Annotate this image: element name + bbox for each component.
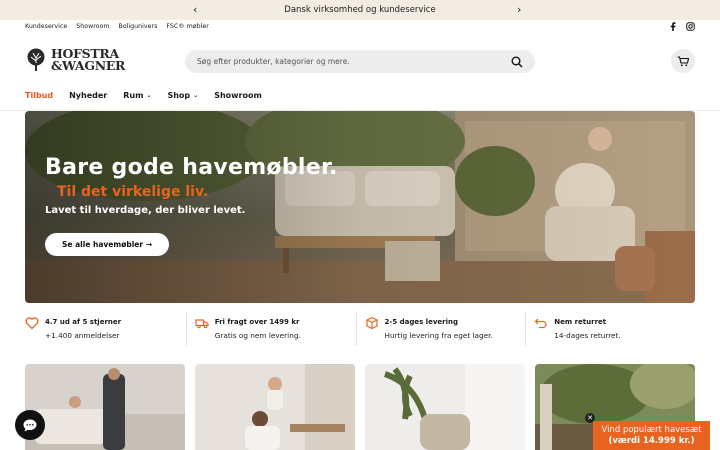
usp-desc: +1.400 anmeldelser (45, 331, 120, 340)
chevron-left-icon[interactable]: ‹ (193, 2, 197, 18)
nav-label: Nyheder (69, 91, 108, 100)
social-links (669, 22, 695, 31)
usp-title: Fri fragt over 1499 kr (214, 318, 300, 326)
search-bar[interactable]: Søg efter produkter, kategorier og mere. (185, 50, 535, 73)
cart-button[interactable] (671, 49, 695, 73)
heart-icon (25, 317, 39, 330)
link-boligunivers[interactable]: Boligunivers (119, 23, 158, 30)
usp-free-shipping: Fri fragt over 1499 kr Gratis og nem lev… (185, 312, 356, 346)
usp-desc: 14-dages returret. (554, 331, 621, 340)
nav-item-shop[interactable]: Shop ⌄ (167, 91, 198, 100)
announcement-bar: ‹ Dansk virksomhed og kundeservice › (0, 0, 720, 20)
usp-delivery: 2-5 dages levering Hurtig levering fra e… (355, 312, 526, 346)
brand-logo[interactable]: HOFSTRA &WAGNER (25, 47, 126, 73)
usp-title: 4.7 ud af 5 stjerner (45, 318, 122, 326)
usp-row: 4.7 ud af 5 stjerner +1.400 anmeldelser … (25, 312, 695, 346)
usp-title: 2-5 dages levering (384, 318, 458, 326)
category-card[interactable] (25, 364, 185, 450)
link-showroom[interactable]: Showroom (76, 23, 109, 30)
return-icon (534, 318, 547, 329)
nav-label: Rum (123, 91, 144, 100)
search-icon[interactable] (511, 56, 523, 68)
chat-icon (23, 419, 37, 431)
nav-label: Tilbud (25, 91, 54, 100)
nav-label: Showroom (214, 91, 262, 100)
category-image (365, 364, 525, 450)
facebook-icon[interactable] (669, 22, 677, 31)
truck-icon (195, 319, 209, 329)
link-kundeservice[interactable]: Kundeservice (25, 23, 67, 30)
shop-garden-furniture-button[interactable]: Se alle havemøbler → (45, 233, 169, 256)
chevron-down-icon: ⌄ (193, 92, 199, 99)
chevron-down-icon: ⌄ (146, 92, 152, 99)
tree-logo-icon (27, 48, 45, 71)
cart-icon (677, 55, 689, 66)
announcement-text: Dansk virksomhed og kundeservice (284, 5, 436, 15)
usp-rating: 4.7 ud af 5 stjerner +1.400 anmeldelser (25, 312, 186, 346)
nav-item-rum[interactable]: Rum ⌄ (123, 91, 151, 100)
hero-subheadline: Til det virkelige liv. (57, 184, 209, 200)
usp-title: Nem returret (554, 318, 607, 326)
category-image (25, 364, 185, 450)
usp-returns: Nem returret 14-dages returret. (525, 312, 695, 346)
hero-banner: Bare gode havemøbler. Til det virkelige … (25, 111, 695, 303)
search-input[interactable]: Søg efter produkter, kategorier og mere. (197, 57, 511, 66)
utility-links: Kundeservice Showroom Boligunivers FSC® … (25, 23, 209, 30)
main-nav: Tilbud Nyheder Rum ⌄ Shop ⌄ Showroom (25, 91, 262, 100)
hero-tagline: Lavet til hverdage, der bliver levet. (45, 205, 246, 216)
nav-item-showroom[interactable]: Showroom (214, 91, 262, 100)
giveaway-promo-tab[interactable]: Vind populært havesæt (værdi 14.999 kr.) (593, 421, 710, 450)
nav-item-nyheder[interactable]: Nyheder (69, 91, 107, 100)
hero-headline: Bare gode havemøbler. (45, 155, 338, 180)
logo-line-2: &WAGNER (51, 58, 126, 73)
chat-button[interactable] (15, 410, 45, 440)
category-card[interactable] (195, 364, 355, 450)
promo-line-2: (værdi 14.999 kr.) (608, 436, 695, 446)
link-fsc[interactable]: FSC® møbler (166, 23, 208, 30)
nav-item-tilbud[interactable]: Tilbud (25, 91, 53, 100)
usp-desc: Hurtig levering fra eget lager. (384, 331, 493, 340)
box-icon (365, 316, 378, 330)
chevron-right-icon[interactable]: › (517, 2, 521, 18)
category-image (195, 364, 355, 450)
usp-desc: Gratis og nem levering. (214, 331, 301, 340)
promo-line-1: Vind populært havesæt (601, 425, 702, 435)
nav-label: Shop (167, 91, 191, 100)
category-card[interactable] (365, 364, 525, 450)
instagram-icon[interactable] (686, 22, 695, 31)
